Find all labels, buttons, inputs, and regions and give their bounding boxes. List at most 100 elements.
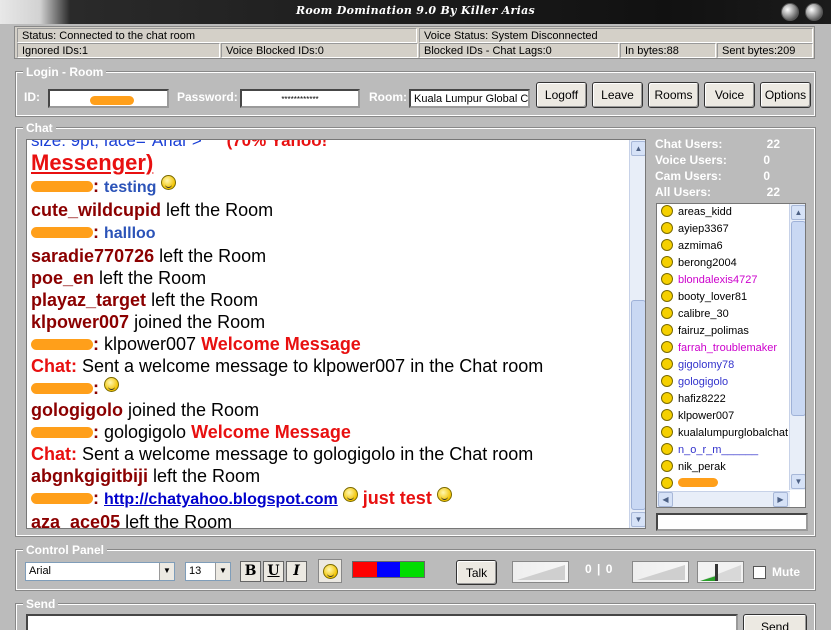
user-scroll-right-icon[interactable]: ▶ [773, 492, 788, 507]
chat-colon: : [93, 488, 104, 508]
cam-users-count: 0 [763, 169, 770, 183]
chat-line: Chat: Sent a welcome message to gologigo… [31, 443, 627, 465]
user-list-scrollbar[interactable]: ▲ ▼ [789, 204, 805, 490]
room-input[interactable]: Kuala Lumpur Global Ch [409, 89, 530, 108]
chat-log[interactable]: size: 9pt; face="Arial"> (70% Yahoo! Mes… [26, 139, 646, 529]
close-button[interactable] [805, 3, 823, 21]
sent-bytes: Sent bytes:209 [717, 43, 813, 58]
user-item[interactable]: klpower007 [661, 409, 734, 426]
user-item[interactable]: blondalexis4727 [661, 273, 758, 290]
chat-colon: : [93, 378, 104, 398]
status-bar: Status: Connected to the chat room Voice… [14, 26, 815, 59]
voice-button[interactable]: Voice [704, 82, 755, 108]
color-swatch[interactable] [376, 562, 401, 577]
chat-nick: aza_ace05 [31, 512, 121, 529]
chat-users-label: Chat Users: [655, 137, 723, 151]
user-smiley-icon [661, 409, 673, 421]
all-users-count: 22 [766, 185, 780, 199]
user-item[interactable]: nik_perak [661, 460, 726, 477]
user-smiley-icon [661, 375, 673, 387]
minimize-button[interactable] [781, 3, 799, 21]
user-smiley-icon [661, 256, 673, 268]
chevron-down-icon: ▼ [215, 563, 230, 580]
emoticon-button[interactable] [318, 559, 342, 583]
mute-checkbox[interactable] [753, 566, 766, 579]
size-select[interactable]: 13 ▼ [185, 562, 231, 581]
font-select[interactable]: Arial ▼ [25, 562, 175, 581]
user-item[interactable]: berong2004 [661, 256, 737, 273]
user-name: azmima6 [678, 240, 723, 252]
title-bar[interactable]: Room Domination 9.0 By Killer Arias [0, 0, 831, 24]
rooms-button[interactable]: Rooms [648, 82, 699, 108]
id-input[interactable] [48, 89, 169, 108]
grin-smiley-icon [104, 377, 119, 392]
user-scroll-up-icon[interactable]: ▲ [791, 205, 805, 220]
control-panel-label: Control Panel [23, 543, 108, 557]
user-name: gologigolo [678, 376, 729, 388]
send-group-label: Send [23, 597, 59, 611]
volume-slider[interactable] [697, 561, 744, 583]
voice-level-bar-left [512, 561, 569, 583]
chat-text: left the Room [125, 512, 233, 529]
user-item[interactable]: azmima6 [661, 239, 723, 256]
bold-button[interactable]: B [240, 561, 261, 582]
redacted-nick-blot [31, 181, 93, 192]
password-label: Password: [177, 90, 238, 104]
room-label: Room: [369, 90, 407, 104]
scroll-down-arrow-icon[interactable]: ▼ [631, 512, 645, 527]
user-item[interactable]: ayiep3367 [661, 222, 729, 239]
chat-text: left the Room [153, 466, 261, 486]
user-search-input[interactable] [656, 513, 808, 531]
chat-text: left the Room [159, 246, 267, 266]
message-input[interactable] [26, 614, 738, 630]
voice-users-count: 0 [763, 153, 770, 167]
user-smiley-icon [661, 392, 673, 404]
voice-levels: 0 | 0 [585, 562, 614, 576]
chat-text: left the Room [151, 290, 259, 310]
chat-scrollbar[interactable]: ▲ ▼ [629, 140, 645, 528]
italic-button[interactable]: I [286, 561, 307, 582]
color-palette[interactable] [352, 561, 425, 578]
chat-line: : http://chatyahoo.blogspot.com just tes… [31, 487, 627, 511]
user-name: berong2004 [678, 257, 737, 269]
leave-button[interactable]: Leave [592, 82, 643, 108]
cam-users-label: Cam Users: [655, 169, 722, 183]
user-item[interactable]: booty_lover81 [661, 290, 747, 307]
user-item[interactable]: hafiz8222 [661, 392, 726, 409]
window-title: Room Domination 9.0 By Killer Arias [295, 4, 536, 17]
chat-scroll-thumb[interactable] [631, 300, 645, 510]
underline-button[interactable]: U [263, 561, 284, 582]
user-item[interactable]: fairuz_polimas [661, 324, 749, 341]
user-scroll-down-icon[interactable]: ▼ [791, 474, 805, 489]
user-scroll-thumb[interactable] [791, 221, 805, 416]
send-button[interactable]: Send [743, 614, 807, 630]
chat-nick: saradie770726 [31, 246, 155, 266]
chat-link[interactable]: http://chatyahoo.blogspot.com [104, 491, 338, 508]
user-item[interactable]: gologigolo [661, 375, 728, 392]
options-button[interactable]: Options [760, 82, 811, 108]
user-smiley-icon [661, 460, 673, 472]
user-name: hafiz8222 [678, 393, 726, 405]
color-swatch[interactable] [353, 562, 377, 577]
user-item[interactable]: farrah_troublemaker [661, 341, 777, 358]
chat-text: Sent a welcome message to gologigolo in … [82, 444, 534, 464]
user-item[interactable]: gigolomy78 [661, 358, 734, 375]
user-list[interactable]: areas_kidd ayiep3367 azmima6 berong2004 blon… [656, 203, 806, 508]
password-input[interactable]: ************ [240, 89, 360, 108]
user-item[interactable]: calibre_30 [661, 307, 729, 324]
user-scroll-left-icon[interactable]: ◀ [658, 492, 673, 507]
chat-line: gologigolo joined the Room [31, 399, 627, 421]
user-list-hscrollbar[interactable]: ◀ ▶ [657, 491, 790, 507]
chat-nick: cute_wildcupid [31, 200, 162, 220]
app-window: Room Domination 9.0 By Killer Arias Stat… [0, 0, 831, 630]
user-item[interactable]: n_o_r_m______ [661, 443, 758, 460]
user-item[interactable]: kualalumpurglobalchat [661, 426, 788, 443]
user-item[interactable]: areas_kidd [661, 205, 732, 222]
color-swatch[interactable] [400, 562, 425, 577]
logoff-button[interactable]: Logoff [536, 82, 587, 108]
size-select-value: 13 [189, 565, 202, 577]
user-smiley-icon [661, 477, 673, 489]
scroll-up-arrow-icon[interactable]: ▲ [631, 141, 645, 156]
user-smiley-icon [661, 222, 673, 234]
talk-button[interactable]: Talk [456, 560, 497, 585]
